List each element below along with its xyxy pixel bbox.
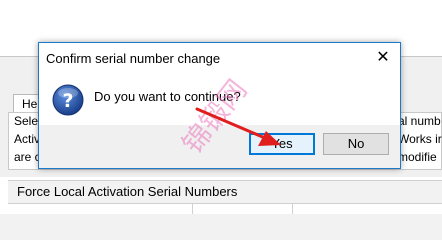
grid-column-separator — [292, 204, 293, 214]
description-line-right-1: al numb — [398, 114, 441, 128]
section-header-title: Force Local Activation Serial Numbers — [17, 184, 238, 199]
dialog-title: Confirm serial number change — [46, 51, 221, 66]
question-icon: ? — [52, 84, 84, 116]
close-button[interactable]: ✕ — [366, 43, 400, 73]
yes-button[interactable]: Yes — [249, 133, 315, 155]
grid-row[interactable] — [8, 204, 442, 214]
close-icon: ✕ — [376, 49, 390, 66]
no-button[interactable]: No — [323, 133, 389, 155]
description-line-right-3: modifie — [398, 150, 437, 164]
description-line-right-2: Works ir — [398, 132, 442, 146]
grid-column-separator — [192, 204, 193, 214]
confirm-dialog: Confirm serial number change ✕ ? Do you … — [38, 42, 401, 169]
dialog-message: Do you want to continue? — [94, 89, 241, 104]
svg-text:?: ? — [62, 90, 73, 112]
